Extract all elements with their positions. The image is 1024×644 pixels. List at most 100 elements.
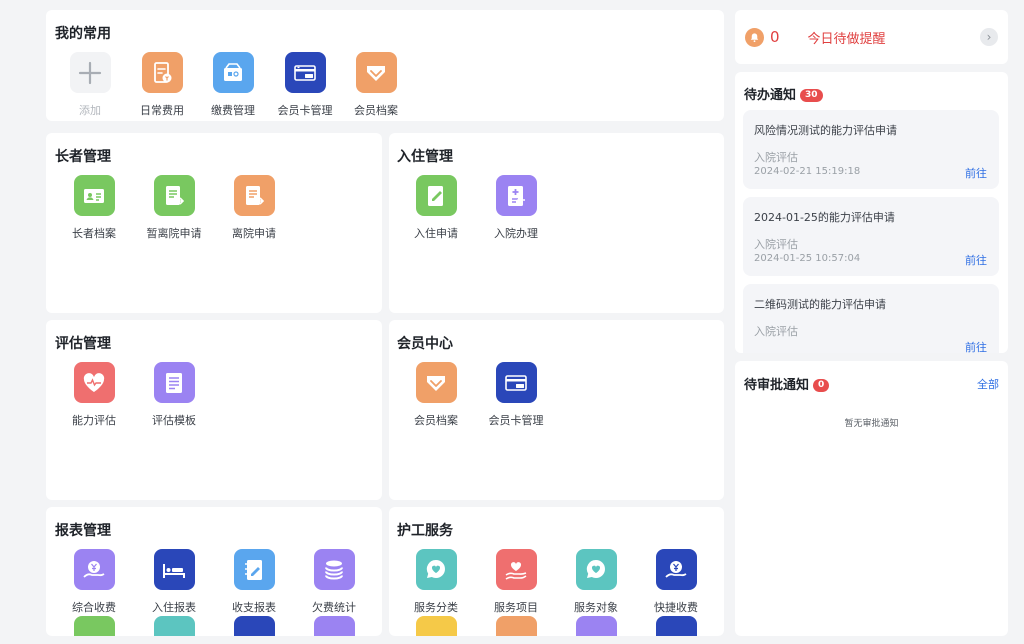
report-row2-item-4[interactable] (294, 616, 374, 636)
notice-goto-link[interactable]: 前往 (965, 339, 987, 353)
service-item-label: 服务项目 (494, 601, 538, 614)
bed-icon (153, 549, 195, 590)
reminder-text: 今日待做提醒 (807, 31, 886, 47)
member-center-title: 会员中心 (397, 336, 453, 352)
care-service-card: 护工服务 服务分类 服务项目 服务对象 快捷收费 (389, 507, 724, 636)
care-row2-icon-2 (495, 616, 537, 636)
notice-type: 入院评估 (754, 325, 798, 338)
approval-count-badge: 0 (813, 379, 830, 392)
checkin-application-button[interactable]: 入住申请 (396, 175, 476, 241)
approval-notice-header: 待审批通知 0 (744, 374, 830, 393)
bell-icon (745, 27, 764, 47)
assessment-template-button[interactable]: 评估模板 (134, 362, 214, 428)
add-shortcut-label: 添加 (79, 104, 101, 117)
discharge-application-label: 离院申请 (232, 227, 276, 240)
report-row2-item-3[interactable] (214, 616, 294, 636)
todo-notice-item[interactable]: 二维码测试的能力评估申请 入院评估 前往 (743, 284, 999, 353)
add-shortcut-button[interactable]: 添加 (50, 52, 130, 118)
arrears-statistics-button[interactable]: 欠费统计 (294, 549, 374, 615)
service-item-button[interactable]: 服务项目 (476, 549, 556, 615)
care-service-title: 护工服务 (397, 523, 453, 539)
notice-time: 2024-01-25 10:57:04 (754, 253, 861, 264)
leave-form-icon (153, 175, 195, 216)
expense-doc-icon (141, 52, 183, 93)
member-profile-center-button[interactable]: 会员档案 (396, 362, 476, 428)
elder-management-title: 长者管理 (55, 149, 111, 165)
checkin-report-label: 入住报表 (152, 601, 196, 614)
income-expense-report-label: 收支报表 (232, 601, 276, 614)
favorites-title: 我的常用 (55, 26, 111, 42)
report-row2-item-2[interactable] (134, 616, 214, 636)
assessment-management-card: 评估管理 能力评估 评估模板 (46, 320, 382, 500)
favorites-card: 我的常用 添加 日常费用 缴费管理 会员卡管理 会员档案 (46, 10, 724, 121)
todo-notice-panel: 待办通知 30 风险情况测试的能力评估申请 入院评估 2024-02-21 15:… (735, 72, 1008, 353)
income-expense-report-button[interactable]: 收支报表 (214, 549, 294, 615)
comprehensive-charges-button[interactable]: 综合收费 (54, 549, 134, 615)
plus-icon (69, 52, 111, 93)
todo-count-badge: 30 (800, 89, 823, 102)
comprehensive-charges-label: 综合收费 (72, 601, 116, 614)
admission-processing-label: 入院办理 (494, 227, 538, 240)
report-management-title: 报表管理 (55, 523, 111, 539)
member-profile-button[interactable]: 会员档案 (336, 52, 416, 118)
report-row2-icon-4 (313, 616, 355, 636)
quick-charge-button[interactable]: 快捷收费 (636, 549, 716, 615)
ability-assessment-label: 能力评估 (72, 414, 116, 427)
elder-profile-button[interactable]: 长者档案 (54, 175, 134, 241)
assessment-management-title: 评估管理 (55, 336, 111, 352)
chevron-right-icon[interactable]: › (980, 28, 998, 46)
empty-approval-text: 暂无审批通知 (844, 419, 899, 429)
service-target-label: 服务对象 (574, 601, 618, 614)
elder-management-card: 长者管理 长者档案 暂离院申请 离院申请 (46, 133, 382, 313)
notice-title: 2024-01-25的能力评估申请 (754, 211, 895, 224)
heart-bubble-icon (415, 549, 457, 590)
arrears-statistics-label: 欠费统计 (312, 601, 356, 614)
notice-title: 二维码测试的能力评估申请 (754, 298, 886, 311)
checkin-report-button[interactable]: 入住报表 (134, 549, 214, 615)
checkin-management-title: 入住管理 (397, 149, 453, 165)
coins-stack-icon (313, 549, 355, 590)
notice-type: 入院评估 (754, 151, 798, 164)
care-row2-item-4[interactable] (636, 616, 716, 636)
discharge-application-button[interactable]: 离院申请 (214, 175, 294, 241)
todo-notice-item[interactable]: 风险情况测试的能力评估申请 入院评估 2024-02-21 15:19:18 前… (743, 110, 999, 189)
payment-management-button[interactable]: 缴费管理 (193, 52, 273, 118)
yen-hand-icon (73, 549, 115, 590)
id-card-icon (73, 175, 115, 216)
notice-goto-link[interactable]: 前往 (965, 165, 987, 181)
admission-icon (495, 175, 537, 216)
notebook-edit-icon (233, 549, 275, 590)
temporary-leave-button[interactable]: 暂离院申请 (134, 175, 214, 241)
today-reminder-bar[interactable]: 0 今日待做提醒 › (735, 10, 1008, 64)
notice-time: 2024-02-21 15:19:18 (754, 166, 861, 177)
notice-type: 入院评估 (754, 238, 798, 251)
notice-title: 风险情况测试的能力评估申请 (754, 124, 897, 137)
daily-expense-button[interactable]: 日常费用 (122, 52, 202, 118)
care-row2-item-2[interactable] (476, 616, 556, 636)
service-target-button[interactable]: 服务对象 (556, 549, 636, 615)
todo-notice-item[interactable]: 2024-01-25的能力评估申请 入院评估 2024-01-25 10:57:… (743, 197, 999, 276)
approval-notice-panel: 待审批通知 0 全部 暂无审批通知 (735, 361, 1008, 636)
view-all-link[interactable]: 全部 (977, 376, 999, 392)
vip-card-center-label: 会员卡管理 (488, 414, 544, 427)
care-row2-item-3[interactable] (556, 616, 636, 636)
admission-processing-button[interactable]: 入院办理 (476, 175, 556, 241)
vip-card-management-button[interactable]: 会员卡管理 (265, 52, 345, 118)
service-category-button[interactable]: 服务分类 (396, 549, 476, 615)
notice-goto-link[interactable]: 前往 (965, 252, 987, 268)
edit-doc-icon (415, 175, 457, 216)
report-row2-item-1[interactable] (54, 616, 134, 636)
vip-card-icon (495, 362, 537, 403)
care-row2-item-1[interactable] (396, 616, 476, 636)
care-row2-icon-4 (655, 616, 697, 636)
payment-management-label: 缴费管理 (211, 104, 255, 117)
todo-notice-title: 待办通知 (744, 88, 797, 103)
payment-icon (212, 52, 254, 93)
daily-expense-label: 日常费用 (140, 104, 184, 117)
checkin-management-card: 入住管理 入住申请 入院办理 (389, 133, 724, 313)
heart-hand-icon (495, 549, 537, 590)
report-row2-icon-3 (233, 616, 275, 636)
checkin-application-label: 入住申请 (414, 227, 458, 240)
vip-card-center-button[interactable]: 会员卡管理 (476, 362, 556, 428)
ability-assessment-button[interactable]: 能力评估 (54, 362, 134, 428)
